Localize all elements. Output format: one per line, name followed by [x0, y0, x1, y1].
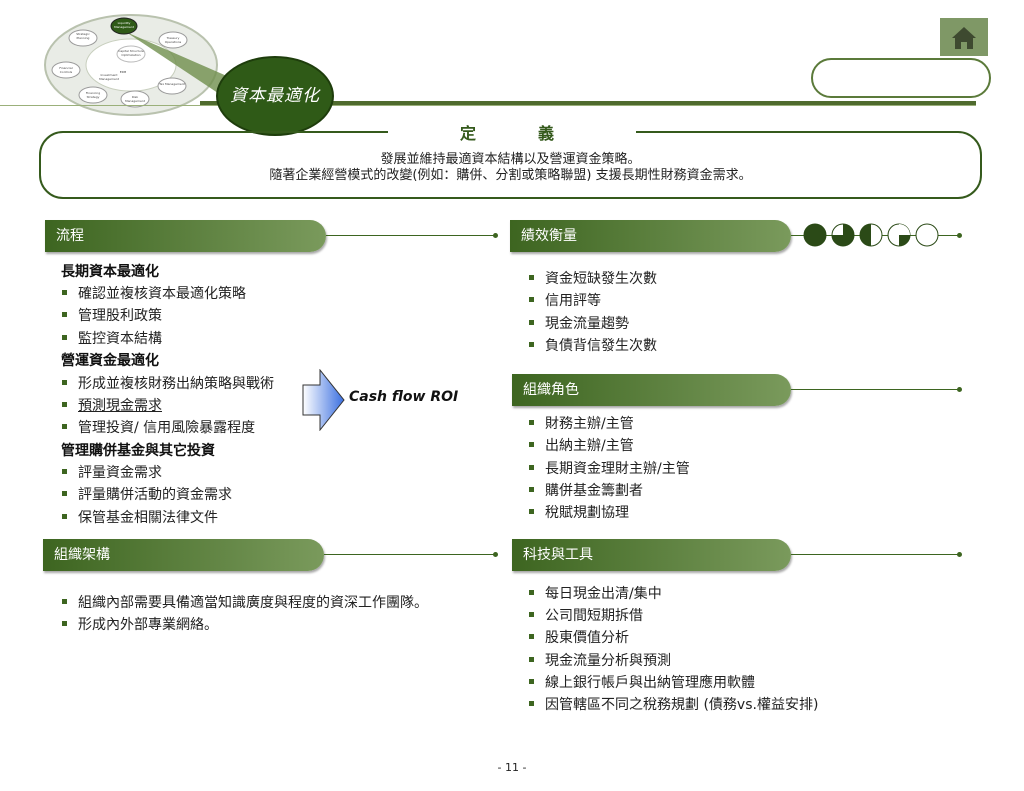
page-title: 資本最適化 — [230, 86, 320, 106]
list-item: 線上銀行帳戶與出納管理應用軟體 — [529, 672, 755, 692]
list-item: 評量購併活動的資金需求 — [62, 484, 232, 504]
list-item: 管理股利政策 — [62, 305, 162, 325]
section-header-structure: 組織架構 — [43, 539, 324, 571]
list-item: 現金流量趨勢 — [529, 313, 629, 333]
harvey-ball-empty — [915, 223, 939, 247]
home-button[interactable] — [940, 18, 988, 56]
group-title: 營運資金最適化 — [61, 353, 159, 369]
harvey-ball-quarter — [887, 223, 911, 247]
list-item: 信用評等 — [529, 290, 601, 310]
harvey-ball-half — [859, 223, 883, 247]
list-item: 公司間短期拆借 — [529, 605, 643, 625]
list-item: 財務主辦/主管 — [529, 413, 634, 433]
section-header-tools: 科技與工具 — [512, 539, 791, 571]
section-rule-dot — [957, 233, 962, 238]
section-rule — [791, 389, 959, 390]
harvey-ball-three-quarter — [831, 223, 855, 247]
right-arrow-icon — [302, 369, 345, 431]
section-rule-dot — [957, 552, 962, 557]
list-item: 管理投資/ 信用風險暴露程度 — [61, 417, 255, 437]
harvey-ball-full — [803, 223, 827, 247]
list-item: 因管轄區不同之稅務規劃 (債務vs.權益安排) — [528, 694, 818, 714]
list-item: 評量資金需求 — [62, 462, 162, 482]
page-title-oval: 資本最適化 — [216, 56, 334, 136]
list-item-link[interactable]: 預測現金需求 — [62, 395, 162, 415]
definition-line-2: 隨著企業經營模式的改變(例如：購併、分割或策略聯盟) 支援長期性財務資金需求。 — [269, 168, 752, 183]
label-oval — [811, 58, 991, 98]
list-item: 稅賦規劃協理 — [529, 502, 629, 522]
section-header-process: 流程 — [45, 220, 326, 252]
list-item: 形成並複核財務出納策略與戰術 — [62, 373, 274, 393]
list-item: 現金流量分析與預測 — [529, 650, 671, 670]
callout-text: Cash flow ROI — [349, 389, 459, 405]
list-item: 監控資本結構 — [62, 328, 162, 348]
section-rule — [324, 554, 496, 555]
section-header-performance: 績效衡量 — [510, 220, 791, 252]
list-item: 確認並複核資本最適化策略 — [62, 283, 246, 303]
list-item: 長期資金理財主辦/主管 — [529, 458, 690, 478]
list-item: 組織內部需要具備適當知識廣度與程度的資深工作團隊。 — [62, 592, 428, 612]
definition-title: 定 義 — [388, 120, 636, 143]
page-number: - 11 - — [497, 761, 527, 774]
list-item: 負債背信發生次數 — [529, 335, 657, 355]
header-rule-thin — [0, 105, 976, 106]
harvey-ball-scale — [803, 223, 939, 247]
list-item: 保管基金相關法律文件 — [62, 507, 218, 527]
section-rule — [326, 235, 496, 236]
list-item: 資金短缺發生次數 — [529, 268, 657, 288]
section-rule — [791, 554, 959, 555]
group-title: 長期資本最適化 — [61, 264, 159, 280]
section-rule-dot — [957, 387, 962, 392]
list-item: 形成內外部專業網絡。 — [62, 614, 218, 634]
list-item: 股東價值分析 — [529, 627, 629, 647]
section-header-roles: 組織角色 — [512, 374, 791, 406]
section-rule-dot — [493, 233, 498, 238]
list-item: 購併基金籌劃者 — [529, 480, 643, 500]
list-item: 出納主辦/主管 — [529, 435, 634, 455]
home-icon — [952, 27, 976, 49]
section-rule-dot — [493, 552, 498, 557]
group-title: 管理購併基金與其它投資 — [61, 443, 215, 459]
list-item: 每日現金出清/集中 — [529, 583, 662, 603]
